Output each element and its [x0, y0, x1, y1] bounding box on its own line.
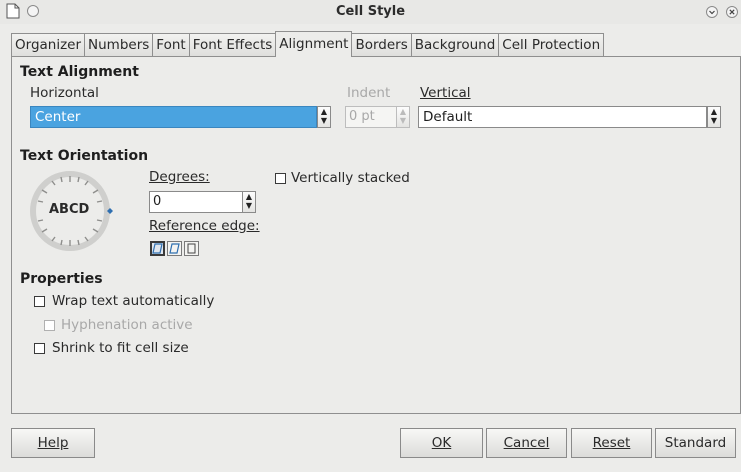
wrap-text-checkbox[interactable]	[34, 296, 45, 307]
tab-cell-protection[interactable]: Cell Protection	[498, 33, 605, 57]
text-orientation-heading: Text Orientation	[20, 148, 149, 164]
vertically-stacked-label: Vertically stacked	[291, 170, 410, 186]
tab-borders[interactable]: Borders	[352, 33, 411, 57]
shrink-to-fit-label: Shrink to fit cell size	[52, 340, 189, 356]
tab-background[interactable]: Background	[410, 33, 499, 57]
indent-field[interactable]: 0 pt	[345, 106, 397, 128]
cancel-button-label: Cancel	[503, 435, 550, 451]
vertical-dropdown-button[interactable]: ▲ ▼	[707, 106, 721, 128]
reference-edge-top-button[interactable]	[167, 241, 182, 256]
horizontal-select[interactable]: Center	[30, 106, 317, 128]
hyphenation-checkbox[interactable]	[44, 320, 55, 331]
dial-text: ABCD	[49, 202, 90, 217]
horizontal-dropdown-button[interactable]: ▲ ▼	[317, 106, 331, 128]
hyphenation-label: Hyphenation active	[61, 317, 193, 333]
shrink-to-fit-checkbox[interactable]	[34, 343, 45, 354]
reset-button-label: Reset	[592, 435, 631, 451]
vertically-stacked-checkbox[interactable]	[275, 173, 286, 184]
reference-edge-bottom-button[interactable]	[150, 241, 165, 256]
close-icon[interactable]	[725, 5, 739, 23]
tab-alignment[interactable]: Alignment	[275, 31, 353, 57]
vertical-select[interactable]: Default	[418, 106, 707, 128]
degrees-field[interactable]: 0	[149, 191, 243, 213]
collapse-icon[interactable]	[705, 5, 719, 23]
help-button[interactable]: Help	[11, 428, 95, 458]
tab-bar: Organizer Numbers Font Font Effects Alig…	[11, 31, 605, 57]
standard-button[interactable]: Standard	[655, 428, 736, 458]
orientation-dial[interactable]: ABCD	[28, 168, 118, 258]
vertical-label: Vertical	[420, 85, 471, 101]
vertical-label-text: Vertical	[420, 85, 471, 101]
reference-edge-label: Reference edge:	[149, 218, 260, 234]
indent-spinner[interactable]: ▲ ▼	[396, 106, 410, 128]
horizontal-label: Horizontal	[30, 85, 99, 101]
title-bar: Cell Style	[0, 0, 741, 24]
properties-heading: Properties	[20, 271, 103, 287]
tab-font[interactable]: Font	[152, 33, 189, 57]
alignment-panel: Text Alignment Horizontal Center ▲ ▼ Inde…	[11, 56, 741, 414]
tab-organizer[interactable]: Organizer	[11, 33, 85, 57]
ok-button-label: OK	[431, 435, 452, 451]
text-alignment-heading: Text Alignment	[20, 64, 139, 80]
reference-edge-inside-button[interactable]	[184, 241, 199, 256]
cancel-button[interactable]: Cancel	[486, 428, 567, 458]
degrees-label-text: Degrees:	[149, 169, 210, 185]
reference-edge-label-text: Reference edge:	[149, 218, 260, 234]
tab-font-effects[interactable]: Font Effects	[188, 33, 276, 57]
ok-button[interactable]: OK	[400, 428, 483, 458]
help-button-label: Help	[37, 435, 69, 451]
standard-button-label: Standard	[664, 435, 727, 451]
degrees-spinner[interactable]: ▲ ▼	[242, 191, 256, 213]
tab-numbers[interactable]: Numbers	[84, 33, 153, 57]
reset-button[interactable]: Reset	[571, 428, 652, 458]
indent-label: Indent	[347, 85, 391, 101]
window-title: Cell Style	[335, 4, 406, 19]
degrees-label: Degrees:	[149, 169, 210, 185]
wrap-text-label: Wrap text automatically	[52, 293, 215, 309]
